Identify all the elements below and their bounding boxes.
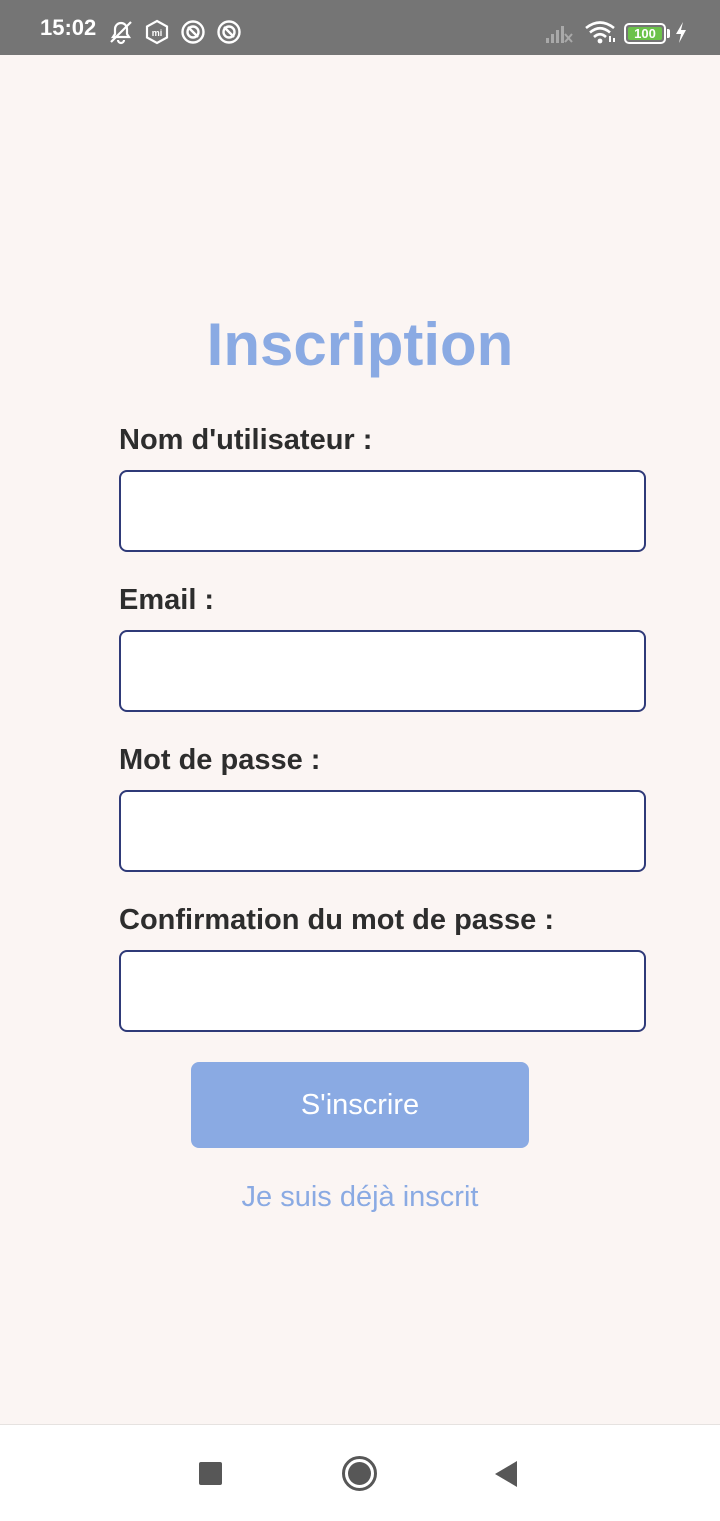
password-field[interactable] — [119, 790, 646, 872]
username-field[interactable] — [119, 470, 646, 552]
home-button[interactable] — [341, 1455, 378, 1492]
signal-icon — [544, 19, 573, 45]
mi-icon: mi — [144, 19, 170, 45]
back-triangle-icon — [495, 1461, 517, 1487]
username-label: Nom d'utilisateur : — [119, 424, 373, 456]
login-link[interactable]: Je suis déjà inscrit — [0, 1178, 720, 1216]
wifi-icon — [584, 19, 616, 45]
recents-button[interactable] — [199, 1462, 222, 1485]
home-circle-icon — [342, 1456, 377, 1491]
navigation-bar — [0, 1424, 720, 1521]
notification-icon — [180, 19, 206, 45]
alarm-off-icon — [108, 19, 134, 45]
page-title: Inscription — [206, 311, 514, 378]
password-label: Mot de passe : — [119, 744, 321, 776]
battery-level: 100 — [628, 27, 662, 40]
password-confirm-field[interactable] — [119, 950, 646, 1032]
battery-icon: 100 — [624, 23, 666, 44]
password-confirm-label: Confirmation du mot de passe : — [119, 904, 555, 936]
email-field[interactable] — [119, 630, 646, 712]
battery-nub — [667, 29, 670, 38]
status-bar: 15:02 mi 100 — [0, 0, 720, 55]
back-button[interactable] — [494, 1460, 518, 1488]
notification-icon — [216, 19, 242, 45]
status-time: 15:02 — [40, 15, 97, 40]
signup-button[interactable]: S'inscrire — [191, 1062, 529, 1148]
svg-text:mi: mi — [152, 28, 163, 38]
charging-icon — [673, 19, 689, 45]
email-label: Email : — [119, 584, 215, 616]
